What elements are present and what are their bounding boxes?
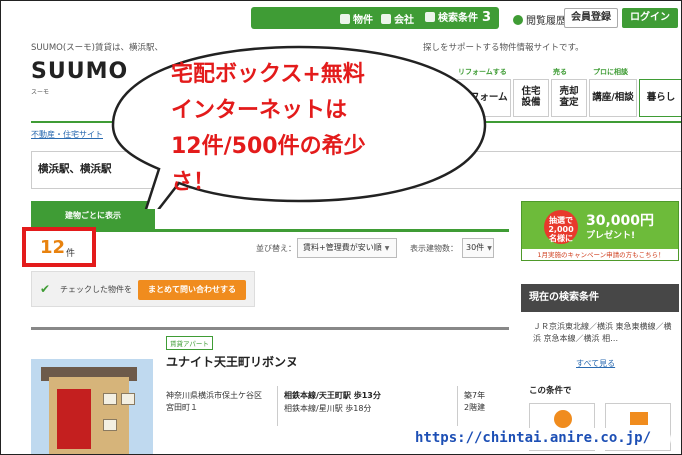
column-divider xyxy=(457,386,458,426)
property-type-badge: 賃貸アパート xyxy=(166,336,213,350)
overlay-line-4: さ！ xyxy=(171,170,216,195)
saved-searches-count: 3 xyxy=(482,10,492,25)
search-icon xyxy=(425,12,435,22)
mail-icon xyxy=(630,412,648,425)
property-address-line1: 神奈川県横浜市保土ケ谷区 xyxy=(166,391,262,400)
building-icon xyxy=(381,14,391,24)
campaign-lottery-badge: 抽選で 2,000 名様に xyxy=(544,210,578,244)
current-conditions-text: ＪＲ京浜東北線／横浜 東急東横線／横浜 京急本線／横浜 相… xyxy=(533,322,672,343)
logo-subtitle: スーモ xyxy=(31,89,50,96)
nav-company[interactable]: 会社 xyxy=(381,11,414,26)
with-these-conditions-label: この条件で xyxy=(529,386,572,396)
page-frame: 物件 会社 検索条件 3 閲覧履歴 会員登録 ログイン SUUMO(スーモ)賃貸は… xyxy=(0,0,682,455)
register-button[interactable]: 会員登録 xyxy=(564,8,618,28)
nav-property-label: 物件 xyxy=(353,15,373,26)
checked-items-label: チェックした物件を xyxy=(60,285,132,294)
listing-divider xyxy=(31,327,509,330)
campaign-footer: 1月実施のキャンペーン申請の方もこちら！ xyxy=(522,249,678,260)
category-label-consult: プロに相談 xyxy=(593,68,628,76)
bulk-inquire-button[interactable]: まとめて問い合わせする xyxy=(138,280,246,300)
nav-company-label: 会社 xyxy=(394,15,414,26)
watermark-url: https://chintai.anire.co.jp/ xyxy=(415,430,652,446)
property-access-2: 相鉄本線/星川駅 歩18分 xyxy=(284,404,372,413)
display-count-label: 表示建物数： xyxy=(410,244,458,253)
clock-icon xyxy=(513,15,523,25)
overlay-line-1: 宅配ボックス+無料 xyxy=(171,62,365,87)
property-age: 築7年 xyxy=(464,391,486,400)
checked-items-bar: ✔ チェックした物件を まとめて問い合わせする xyxy=(31,271,255,307)
column-divider xyxy=(277,386,278,426)
campaign-banner[interactable]: 抽選で 2,000 名様に 30,000円 プレゼント! 1月実施のキャンペーン… xyxy=(521,201,679,261)
nav-saved-searches-label: 検索条件 xyxy=(438,13,478,24)
search-title: 横浜駅、横浜駅 xyxy=(38,163,112,175)
property-access-1: 相鉄本線/天王町駅 歩13分 xyxy=(284,391,381,400)
property-floors: 2階建 xyxy=(464,403,486,412)
login-button[interactable]: ログイン xyxy=(622,8,678,28)
tab-sale-appraisal[interactable]: 売却 査定 xyxy=(551,79,587,117)
result-count-box: 12 件 xyxy=(22,227,96,267)
house-icon xyxy=(340,14,350,24)
current-conditions-header: 現在の検索条件 xyxy=(521,284,679,312)
photo-window xyxy=(103,393,117,405)
display-count-value: 30件 xyxy=(466,243,485,252)
nav-saved-searches[interactable]: 検索条件 3 xyxy=(425,9,491,25)
see-all-link[interactable]: すべて見る xyxy=(576,358,615,369)
check-icon: ✔ xyxy=(40,282,51,296)
download-icon xyxy=(554,410,572,428)
overlay-line-3: 12件/500件の希少 xyxy=(171,134,366,159)
result-count: 12 xyxy=(40,237,66,258)
sort-value: 賃料+管理費が安い順 xyxy=(303,243,382,252)
history-link[interactable]: 閲覧履歴 xyxy=(513,12,566,27)
tab-housing-equipment[interactable]: 住宅 設備 xyxy=(513,79,549,117)
photo-window xyxy=(121,393,135,405)
display-count-select[interactable]: 30件 ▼ xyxy=(462,238,494,258)
nav-property[interactable]: 物件 xyxy=(340,11,373,26)
watermark: https://chintai.anire.co.jp/ xyxy=(401,428,671,450)
chevron-down-icon: ▼ xyxy=(487,245,492,252)
property-photo[interactable] xyxy=(31,359,153,454)
tab-course-consult[interactable]: 講座/相談 xyxy=(589,79,637,117)
overlay-line-2: インターネットは xyxy=(171,98,348,123)
top-header: 物件 会社 検索条件 3 閲覧履歴 会員登録 ログイン xyxy=(1,1,681,34)
breadcrumb[interactable]: 不動産・住宅サイト xyxy=(31,129,103,140)
tab-living[interactable]: 暮らし xyxy=(639,79,681,117)
photo-stairs xyxy=(57,389,91,449)
sort-select[interactable]: 賃料+管理費が安い順 ▼ xyxy=(297,238,397,258)
sort-label: 並び替え： xyxy=(256,244,296,253)
photo-window xyxy=(103,419,117,431)
result-count-unit: 件 xyxy=(66,249,76,259)
overlay-text: 宅配ボックス+無料 インターネットは 12件/500件の希少 さ！ xyxy=(171,57,366,201)
chevron-down-icon: ▼ xyxy=(384,245,390,252)
property-title[interactable]: ユナイト天王町リボンヌ xyxy=(166,353,298,370)
tab-underline xyxy=(31,229,509,232)
campaign-amount: 30,000円 xyxy=(586,213,655,229)
history-label: 閲覧履歴 xyxy=(526,16,566,27)
campaign-present: プレゼント! xyxy=(586,231,636,241)
property-address-line2: 宮田町１ xyxy=(166,403,198,412)
category-label-sell: 売る xyxy=(553,68,567,76)
